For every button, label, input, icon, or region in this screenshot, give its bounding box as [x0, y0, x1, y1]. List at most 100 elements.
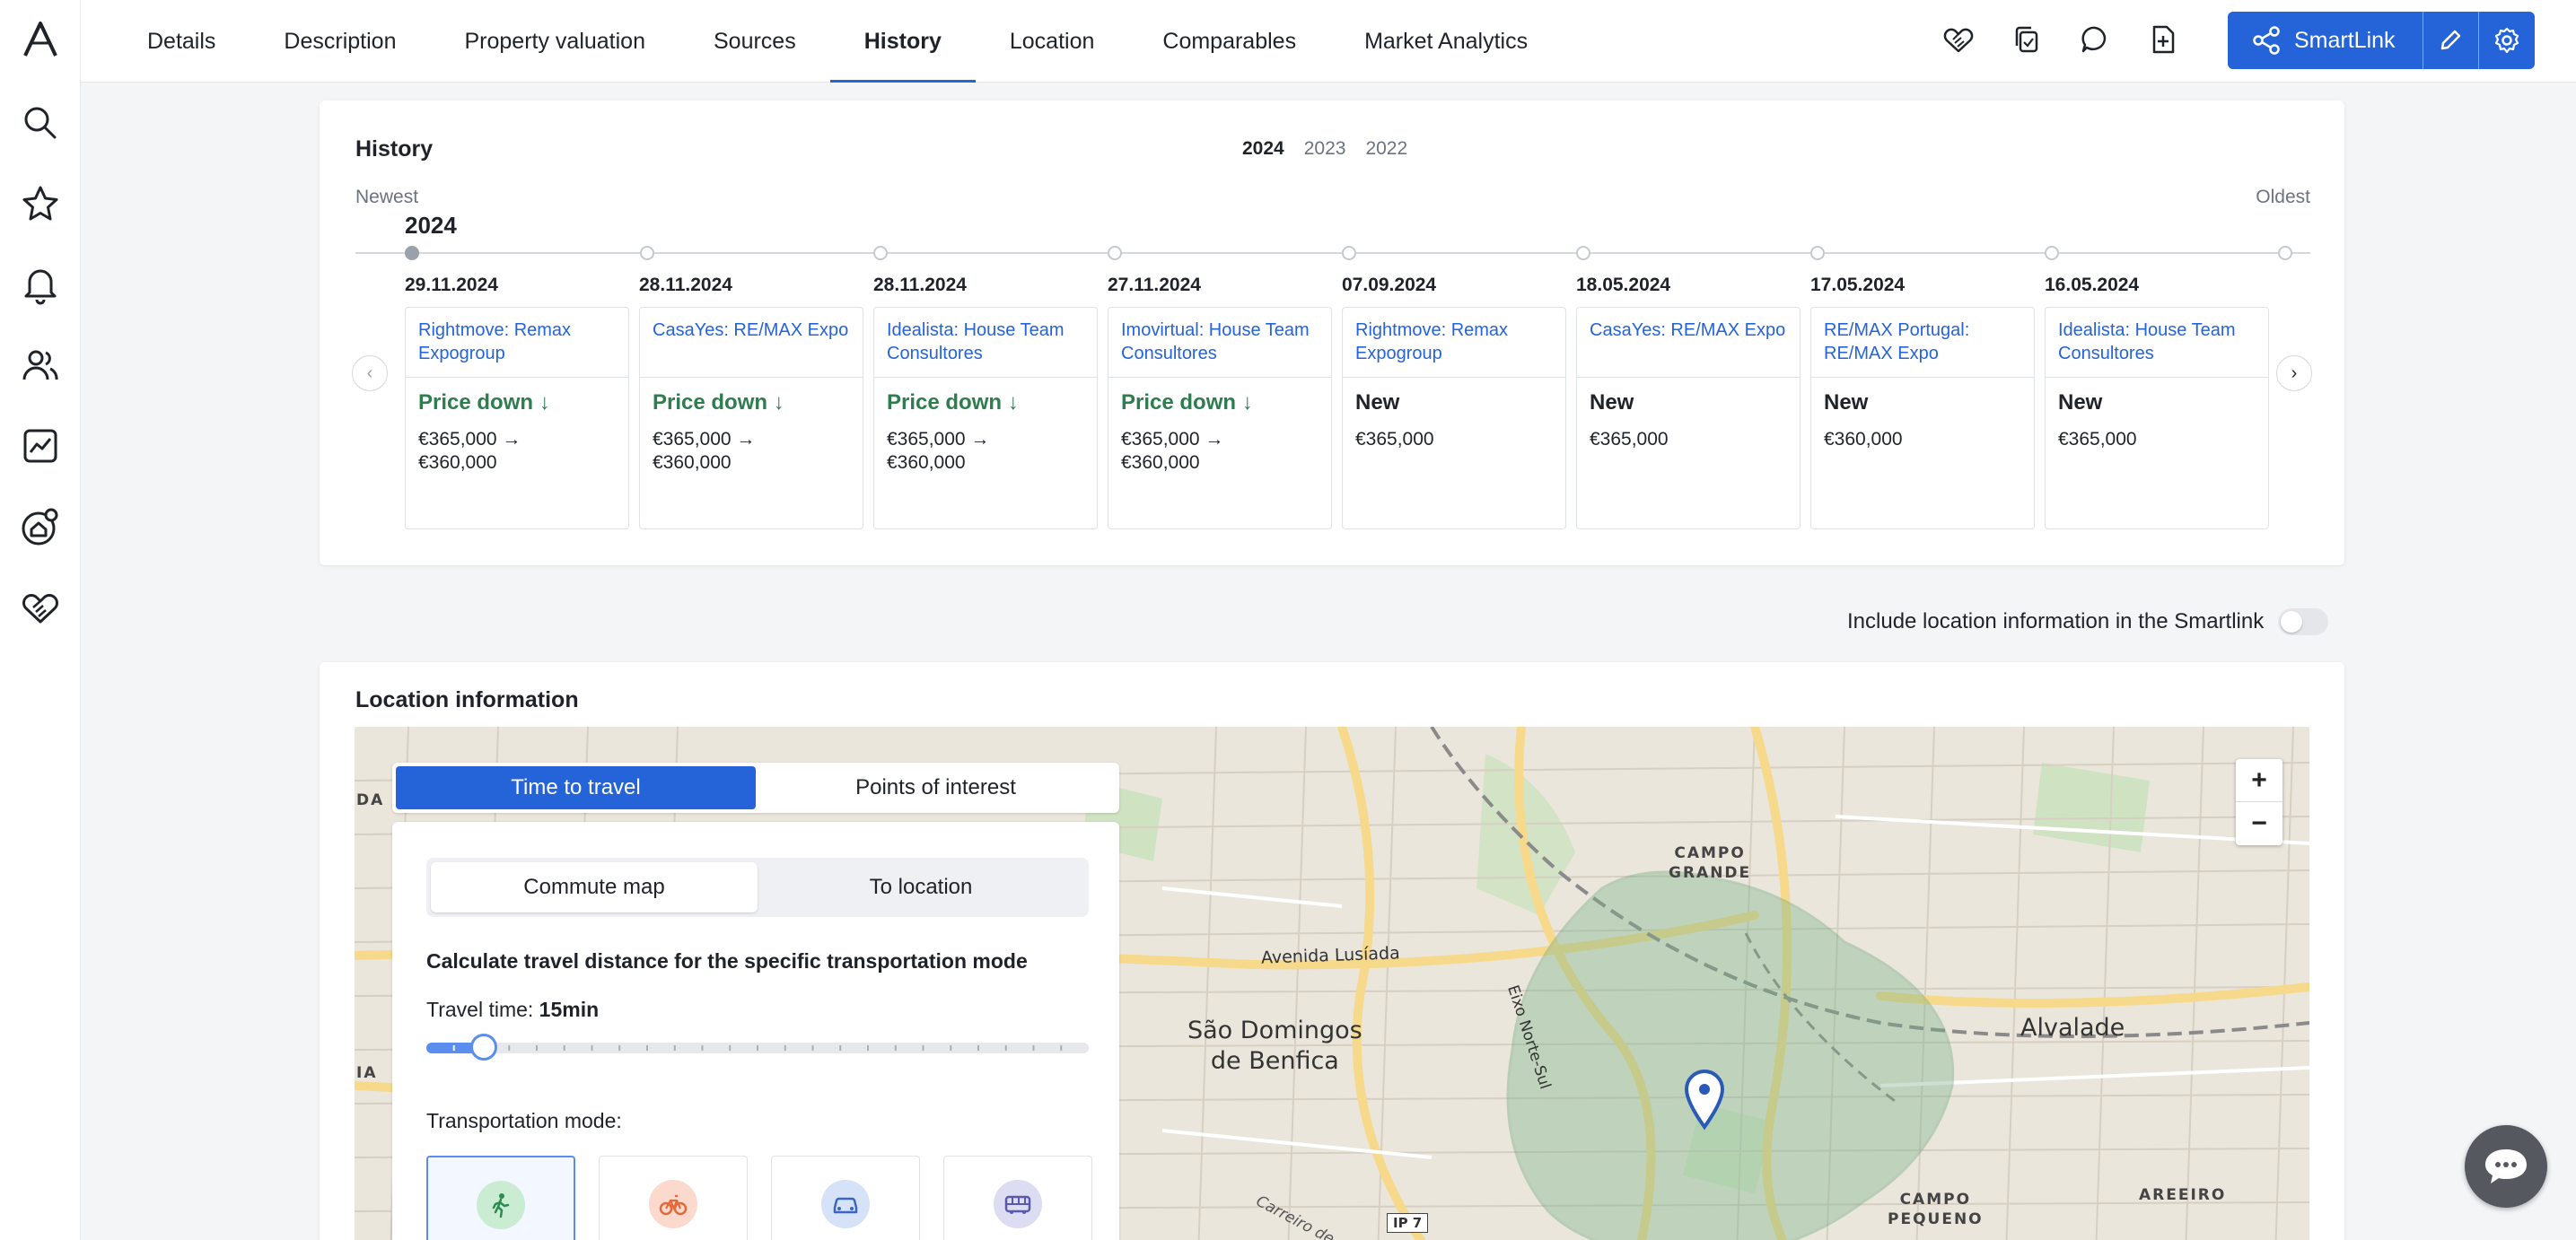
tab-history[interactable]: History — [829, 0, 977, 83]
map-label-edge-da: DA — [356, 791, 385, 809]
event-price: €365,000 → €360,000 — [874, 415, 1097, 475]
history-event-card: Rightmove: Remax Expogroup Price down ↓ … — [405, 307, 629, 529]
smartlink-button[interactable]: SmartLink — [2228, 12, 2423, 69]
tab-market-analytics[interactable]: Market Analytics — [1330, 0, 1562, 83]
map[interactable]: CAMPO GRANDE Avenida Lusíada São Domingo… — [355, 727, 2309, 1240]
tab-sources[interactable]: Sources — [679, 0, 830, 83]
tab-bar: Details Description Property valuation S… — [81, 0, 1562, 83]
history-card: History 2024 2023 2022 Newest Oldest 202… — [320, 100, 2344, 565]
mode-car[interactable] — [771, 1156, 920, 1240]
handshake-icon[interactable] — [1939, 20, 1978, 59]
timeline-dot — [640, 246, 654, 260]
pencil-icon — [2440, 30, 2461, 50]
arrow-down-icon: ↓ — [1241, 390, 1253, 415]
event-price-to: €360,000 — [1121, 452, 1200, 473]
travel-tabs: Time to travel Points of interest — [392, 763, 1119, 813]
timeline-dot — [1108, 246, 1122, 260]
mode-bicycle[interactable] — [599, 1156, 748, 1240]
tab-description[interactable]: Description — [250, 0, 430, 83]
event-price-from: €365,000 → — [418, 429, 521, 450]
timeline-prev-button[interactable]: ‹ — [352, 355, 388, 391]
event-source-link[interactable]: Imovirtual: House Team Consultores — [1108, 308, 1331, 378]
tab-to-location[interactable]: To location — [758, 862, 1084, 913]
event-price-to: €360,000 — [887, 452, 966, 473]
walking-icon — [477, 1181, 525, 1229]
edit-button[interactable] — [2423, 12, 2479, 69]
event-source-link[interactable]: Idealista: House Team Consultores — [2046, 308, 2268, 378]
zoom-in-button[interactable]: + — [2236, 759, 2282, 802]
home-search-icon[interactable] — [16, 502, 65, 551]
top-navigation: Details Description Property valuation S… — [81, 0, 2576, 83]
event-price-from: €365,000 → — [887, 429, 990, 450]
event-date: 17.05.2024 — [1810, 275, 1906, 295]
travel-time-slider[interactable] — [426, 1034, 1089, 1061]
timeline-dot — [2278, 246, 2292, 260]
event-price-to: €360,000 — [653, 452, 732, 473]
event-date: 28.11.2024 — [639, 275, 732, 295]
event-source-link[interactable]: CasaYes: RE/MAX Expo — [640, 308, 863, 378]
oldest-label: Oldest — [2256, 187, 2310, 207]
tab-points-of-interest[interactable]: Points of interest — [756, 766, 1116, 809]
history-event-card: Idealista: House Team Consultores Price … — [873, 307, 1098, 529]
arrow-down-icon: ↓ — [539, 390, 550, 415]
event-date: 16.05.2024 — [2045, 275, 2140, 295]
event-price-to: €360,000 — [418, 452, 497, 473]
history-event-card: RE/MAX Portugal: RE/MAX Expo New €360,00… — [1810, 307, 2035, 529]
event-status: Price down ↓ — [874, 378, 1097, 415]
slider-thumb[interactable] — [470, 1034, 498, 1061]
timeline-dot — [1810, 246, 1825, 260]
chat-icon[interactable] — [2075, 20, 2115, 59]
event-source-link[interactable]: CasaYes: RE/MAX Expo — [1577, 308, 1800, 378]
copy-icon[interactable] — [2007, 20, 2046, 59]
toggle-label: Include location information in the Smar… — [1847, 609, 2265, 633]
timeline-dot — [405, 246, 419, 260]
tab-property-valuation[interactable]: Property valuation — [430, 0, 679, 83]
event-status: New — [1824, 390, 1869, 415]
newest-label: Newest — [355, 187, 419, 207]
tab-time-to-travel[interactable]: Time to travel — [396, 766, 756, 809]
year-2022[interactable]: 2022 — [1365, 138, 1407, 160]
add-document-icon[interactable] — [2143, 20, 2183, 59]
bell-icon[interactable] — [16, 260, 65, 309]
smartlink-label: SmartLink — [2294, 27, 2396, 53]
mode-bus[interactable] — [943, 1156, 1092, 1240]
chart-icon[interactable] — [16, 422, 65, 470]
timeline-dot — [1342, 246, 1356, 260]
star-icon[interactable] — [16, 179, 65, 228]
tab-commute-map[interactable]: Commute map — [431, 862, 758, 913]
event-date: 07.09.2024 — [1342, 275, 1437, 295]
event-source-link[interactable]: Idealista: House Team Consultores — [874, 308, 1097, 378]
handshake-icon[interactable] — [16, 583, 65, 632]
users-icon[interactable] — [16, 341, 65, 389]
mode-walking[interactable] — [426, 1156, 575, 1240]
chat-support-button[interactable] — [2465, 1125, 2547, 1208]
tab-comparables[interactable]: Comparables — [1128, 0, 1330, 83]
speech-bubble-icon — [2485, 1149, 2527, 1183]
map-label-ip7: IP 7 — [1387, 1213, 1429, 1233]
event-status: Price down ↓ — [640, 378, 863, 415]
tab-details[interactable]: Details — [81, 0, 250, 83]
zoom-out-button[interactable]: − — [2236, 802, 2282, 845]
travel-time-text: Travel time: — [426, 998, 534, 1021]
event-date: 28.11.2024 — [873, 275, 967, 295]
year-2024[interactable]: 2024 — [1242, 138, 1284, 160]
year-2023[interactable]: 2023 — [1304, 138, 1346, 160]
map-label-areeiro: AREEIRO — [2139, 1186, 2227, 1204]
settings-button[interactable] — [2479, 12, 2535, 69]
timeline-next-button[interactable]: › — [2276, 355, 2312, 391]
arrow-down-icon: ↓ — [773, 390, 784, 415]
map-label-campo-grande: CAMPO GRANDE — [1669, 844, 1752, 882]
tab-location[interactable]: Location — [976, 0, 1129, 83]
event-source-link[interactable]: Rightmove: Remax Expogroup — [406, 308, 628, 378]
search-icon[interactable] — [16, 99, 65, 147]
event-price-from: €365,000 → — [653, 429, 756, 450]
history-event-card: Imovirtual: House Team Consultores Price… — [1108, 307, 1332, 529]
history-event-card: CasaYes: RE/MAX Expo Price down ↓ €365,0… — [639, 307, 863, 529]
event-status: New — [1355, 390, 1400, 415]
app-logo[interactable] — [20, 20, 61, 61]
chevron-left-icon: ‹ — [366, 362, 373, 383]
event-status: New — [1590, 390, 1634, 415]
location-smartlink-toggle[interactable] — [2278, 608, 2329, 635]
event-source-link[interactable]: RE/MAX Portugal: RE/MAX Expo — [1811, 308, 2034, 378]
event-source-link[interactable]: Rightmove: Remax Expogroup — [1343, 308, 1565, 378]
